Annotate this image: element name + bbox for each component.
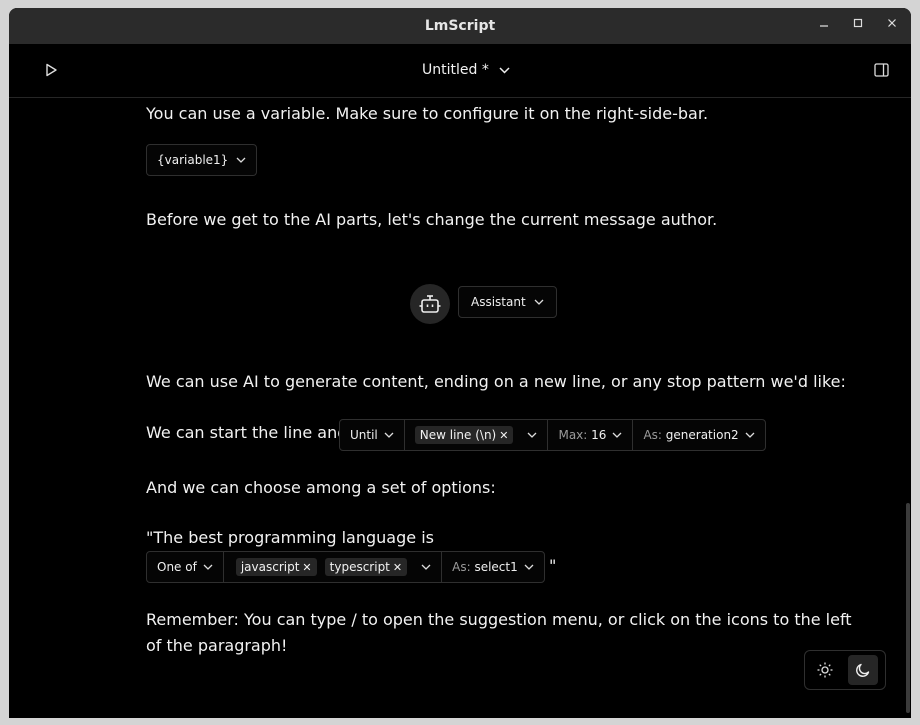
select-widget: One of javascript ✕ typescript ✕ As: sel… bbox=[146, 551, 545, 583]
remove-tag-icon[interactable]: ✕ bbox=[302, 561, 311, 574]
chevron-down-icon bbox=[745, 432, 755, 438]
as-label: As: bbox=[452, 560, 471, 574]
chevron-down-icon bbox=[236, 157, 246, 163]
paragraph: of the paragraph! bbox=[146, 636, 288, 655]
remove-tag-icon[interactable]: ✕ bbox=[393, 561, 402, 574]
chevron-down-icon bbox=[499, 62, 510, 78]
stop-pattern-select[interactable]: New line (\n) ✕ bbox=[405, 420, 549, 450]
max-value: 16 bbox=[591, 428, 607, 442]
generation-widget: Until New line (\n) ✕ Max: 16 As: genera… bbox=[339, 419, 766, 451]
moon-icon[interactable] bbox=[848, 655, 878, 685]
sun-icon[interactable] bbox=[810, 655, 840, 685]
chevron-down-icon bbox=[528, 432, 537, 438]
option-tag[interactable]: typescript ✕ bbox=[324, 558, 408, 576]
editor-content[interactable]: You can use a variable. Make sure to con… bbox=[9, 98, 911, 718]
select-mode-label: One of bbox=[157, 560, 197, 574]
as-value: generation2 bbox=[665, 428, 739, 442]
document-title: Untitled * bbox=[422, 62, 489, 78]
theme-toggle bbox=[804, 650, 886, 690]
paragraph: Remember: You can type / to open the sug… bbox=[146, 610, 852, 629]
author-role-label: Assistant bbox=[471, 295, 526, 309]
select-mode-select[interactable]: One of bbox=[147, 552, 224, 582]
window-title: LmScript bbox=[424, 18, 496, 34]
robot-icon[interactable] bbox=[410, 284, 450, 324]
chevron-down-icon bbox=[203, 564, 213, 570]
paragraph: Before we get to the AI parts, let's cha… bbox=[146, 210, 718, 229]
paragraph: We can use AI to generate content, endin… bbox=[146, 372, 846, 391]
chevron-down-icon bbox=[612, 432, 622, 438]
options-select[interactable]: javascript ✕ typescript ✕ bbox=[224, 552, 443, 582]
app-window: LmScript Untitled * You can use a variab… bbox=[9, 8, 911, 718]
stop-pattern-label: New line (\n) bbox=[419, 428, 497, 442]
close-icon[interactable] bbox=[883, 17, 901, 35]
document-title-dropdown[interactable]: Untitled * bbox=[422, 62, 510, 78]
variable-chip[interactable]: {variable1} bbox=[146, 144, 258, 176]
select-output-name-select[interactable]: As: select1 bbox=[442, 552, 544, 582]
toolbar: Untitled * bbox=[9, 44, 911, 98]
sidebar-toggle-icon[interactable] bbox=[867, 56, 895, 84]
option-label: typescript bbox=[329, 560, 390, 574]
chevron-down-icon bbox=[384, 432, 394, 438]
generation-mode-label: Until bbox=[350, 428, 378, 442]
play-icon[interactable] bbox=[37, 56, 65, 84]
paragraph: You can use a variable. Make sure to con… bbox=[146, 104, 709, 123]
option-tag[interactable]: javascript ✕ bbox=[235, 558, 317, 576]
title-bar: LmScript bbox=[9, 8, 911, 44]
remove-tag-icon[interactable]: ✕ bbox=[499, 429, 508, 442]
generation-prefix: We can start the line and bbox=[146, 423, 348, 442]
minimize-icon[interactable] bbox=[815, 17, 833, 35]
as-value: select1 bbox=[474, 560, 518, 574]
select-prefix: "The best programming language is bbox=[146, 528, 434, 547]
option-label: javascript bbox=[240, 560, 300, 574]
chevron-down-icon bbox=[534, 299, 544, 305]
chevron-down-icon bbox=[524, 564, 534, 570]
generation-mode-select[interactable]: Until bbox=[340, 420, 405, 450]
paragraph: And we can choose among a set of options… bbox=[146, 478, 496, 497]
max-tokens-select[interactable]: Max: 16 bbox=[548, 420, 634, 450]
variable-label: {variable1} bbox=[157, 153, 229, 167]
as-label: As: bbox=[643, 428, 662, 442]
maximize-icon[interactable] bbox=[849, 17, 867, 35]
author-role-select[interactable]: Assistant bbox=[458, 286, 557, 318]
max-label: Max: bbox=[558, 428, 588, 442]
scrollbar[interactable] bbox=[906, 503, 910, 713]
chevron-down-icon bbox=[421, 564, 431, 570]
output-name-select[interactable]: As: generation2 bbox=[633, 420, 764, 450]
select-suffix: " bbox=[549, 556, 557, 575]
stop-pattern-tag[interactable]: New line (\n) ✕ bbox=[414, 426, 514, 444]
